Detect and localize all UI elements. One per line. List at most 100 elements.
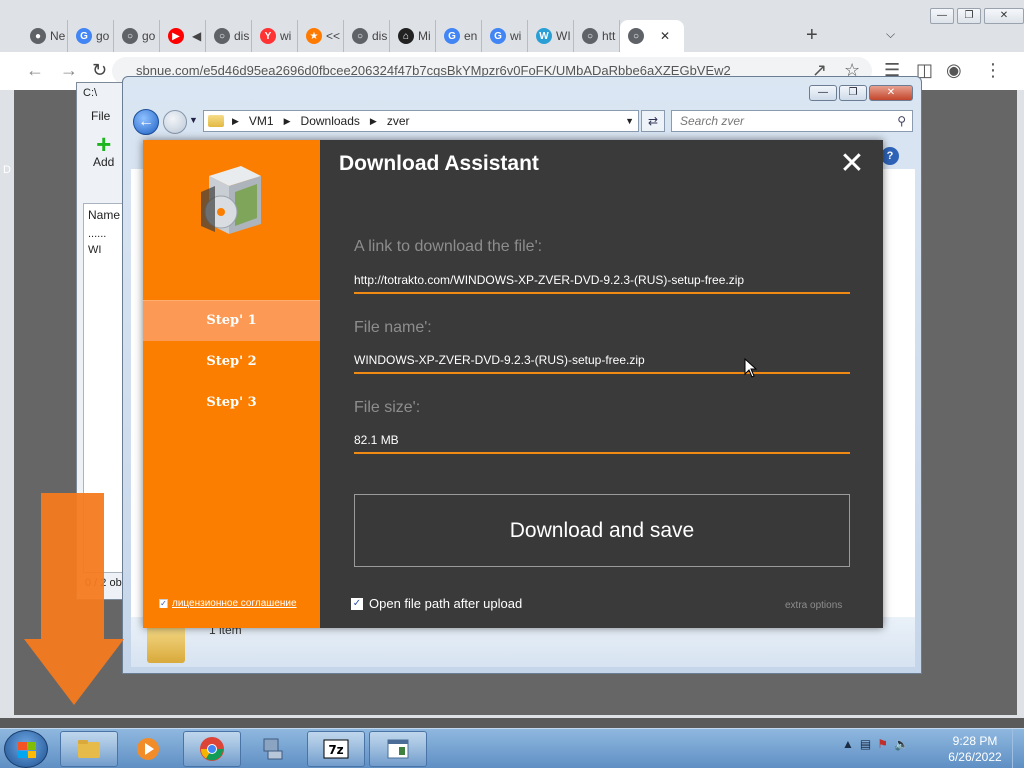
download-and-save-button[interactable]: Download and save	[354, 494, 850, 567]
profile-avatar-icon[interactable]: ◉	[946, 60, 962, 81]
history-dropdown-icon[interactable]: ▼	[189, 115, 198, 125]
close-icon[interactable]: ✕	[837, 149, 867, 180]
menu-file[interactable]: File	[91, 109, 110, 123]
folder-icon	[78, 740, 100, 758]
desktop-label: D	[3, 164, 11, 176]
breadcrumb[interactable]: ▶ VM1 ▶ Downloads ▶ zver ▼	[203, 110, 639, 132]
software-box-icon	[201, 166, 261, 234]
file-name-label: File name':	[354, 319, 432, 336]
folder-icon	[208, 115, 224, 127]
network-tray-icon[interactable]: ▤	[860, 737, 871, 751]
open-path-option[interactable]: ✓ Open file path after upload	[351, 596, 522, 611]
tab-1[interactable]: Ggo	[68, 20, 114, 52]
tab-13[interactable]: ○ ✕	[620, 20, 684, 52]
help-icon[interactable]: ?	[881, 147, 899, 165]
tab-search-icon[interactable]: ⌵	[886, 27, 895, 42]
license-agreement-link[interactable]: ✓ лицензионное соглашение	[159, 598, 297, 609]
back-arrow-icon[interactable]: ←	[26, 60, 44, 81]
media-player-taskbar-button[interactable]	[120, 731, 176, 767]
maximize-button[interactable]: ❐	[957, 8, 981, 24]
audio-playing-icon[interactable]: ◀	[192, 29, 201, 43]
extra-options-link[interactable]: extra options	[785, 600, 842, 611]
system-tray: ▲ ▤ ⚑ 🔈	[842, 737, 909, 751]
network-icon	[263, 738, 283, 760]
open-path-label: Open file path after upload	[369, 596, 523, 611]
start-button[interactable]	[4, 730, 48, 768]
add-button[interactable]: + Add	[93, 131, 114, 169]
windows-logo-icon	[18, 742, 36, 758]
step-2[interactable]: Step' 2	[143, 342, 320, 382]
step-3[interactable]: Step' 3	[143, 383, 320, 423]
tab-6[interactable]: ★ <<	[298, 20, 344, 52]
tab-10[interactable]: Gwi	[482, 20, 528, 52]
network-taskbar-button[interactable]	[244, 731, 302, 767]
tab-9[interactable]: Gen	[436, 20, 482, 52]
folder-icon	[147, 625, 185, 663]
tab-2[interactable]: ○ go	[114, 20, 160, 52]
clock-date: 6/26/2022	[948, 750, 1002, 764]
tab-label: htt	[602, 29, 616, 43]
forward-arrow-icon[interactable]: →	[60, 60, 78, 81]
clock[interactable]: 9:28 PM 6/26/2022	[940, 733, 1010, 765]
reload-icon[interactable]: ↻	[92, 60, 107, 81]
new-tab-button[interactable]: +	[806, 24, 818, 47]
search-input[interactable]: Search zver ⚲	[671, 110, 913, 132]
chrome-icon	[200, 737, 224, 761]
license-text[interactable]: лицензионное соглашение	[172, 598, 297, 609]
close-tab-icon[interactable]: ✕	[660, 29, 670, 43]
dialog-title: Download Assistant	[339, 152, 539, 175]
7zip-taskbar-button[interactable]: 7z	[307, 731, 365, 767]
breadcrumb-item[interactable]: zver	[387, 114, 410, 128]
tab-label: Ne	[50, 29, 66, 43]
menu-kebab-icon[interactable]: ⋮	[984, 60, 1002, 81]
close-button[interactable]: ✕	[984, 8, 1024, 24]
refresh-icon[interactable]: ⇄	[641, 110, 665, 132]
tab-0[interactable]: ● Ne	[22, 20, 68, 52]
tab-label: wi	[280, 29, 292, 43]
tab-12[interactable]: ○ htt	[574, 20, 620, 52]
tab-8[interactable]: ⌂ Mi	[390, 20, 436, 52]
close-button[interactable]: ✕	[869, 85, 913, 101]
volume-icon[interactable]: 🔈	[894, 737, 909, 751]
breadcrumb-item[interactable]: VM1	[249, 114, 274, 128]
explorer-taskbar-button[interactable]	[60, 731, 118, 767]
chevron-down-icon[interactable]: ▼	[625, 116, 634, 126]
down-arrow-icon	[24, 493, 124, 705]
link-field[interactable]: http://totrakto.com/WINDOWS-XP-ZVER-DVD-…	[354, 268, 850, 294]
tab-11[interactable]: W WI	[528, 20, 574, 52]
search-icon[interactable]: ⚲	[897, 111, 906, 131]
step-1[interactable]: Step' 1	[143, 301, 320, 341]
action-center-flag-icon[interactable]: ⚑	[877, 737, 888, 751]
tab-label: dis	[234, 29, 250, 43]
file-size-field[interactable]: 82.1 MB	[354, 428, 850, 454]
tab-3[interactable]: ▶ ◀	[160, 20, 206, 52]
media-player-icon	[137, 738, 159, 760]
show-desktop-button[interactable]	[1012, 729, 1024, 768]
mouse-cursor-icon	[744, 358, 758, 378]
license-checkbox[interactable]: ✓	[159, 599, 168, 608]
tab-label: WI	[556, 29, 571, 43]
file-size-label: File size':	[354, 399, 421, 416]
back-arrow-icon[interactable]: ←	[133, 109, 159, 135]
file-name-field[interactable]: WINDOWS-XP-ZVER-DVD-9.2.3-(RUS)-setup-fr…	[354, 348, 850, 374]
forward-arrow-icon[interactable]	[163, 110, 187, 134]
window-taskbar-button[interactable]	[369, 731, 427, 767]
breadcrumb-item[interactable]: Downloads	[301, 114, 360, 128]
desktop-label: M	[3, 62, 13, 74]
tab-label: go	[142, 29, 156, 43]
minimize-button[interactable]: —	[930, 8, 954, 24]
tab-5[interactable]: Ywi	[252, 20, 298, 52]
show-hidden-icons-icon[interactable]: ▲	[842, 737, 854, 751]
minimize-button[interactable]: —	[809, 85, 837, 101]
tab-4[interactable]: ○ dis	[206, 20, 252, 52]
tab-7[interactable]: ○ dis	[344, 20, 390, 52]
w-icon: W	[536, 28, 552, 44]
maximize-button[interactable]: ❐	[839, 85, 867, 101]
tab-label: Mi	[418, 29, 431, 43]
globe-icon: ○	[214, 28, 230, 44]
globe-icon: ○	[582, 28, 598, 44]
site-icon: ★	[306, 28, 322, 44]
open-path-checkbox[interactable]: ✓	[351, 597, 363, 610]
search-placeholder: Search zver	[680, 114, 745, 128]
chrome-taskbar-button[interactable]	[183, 731, 241, 767]
